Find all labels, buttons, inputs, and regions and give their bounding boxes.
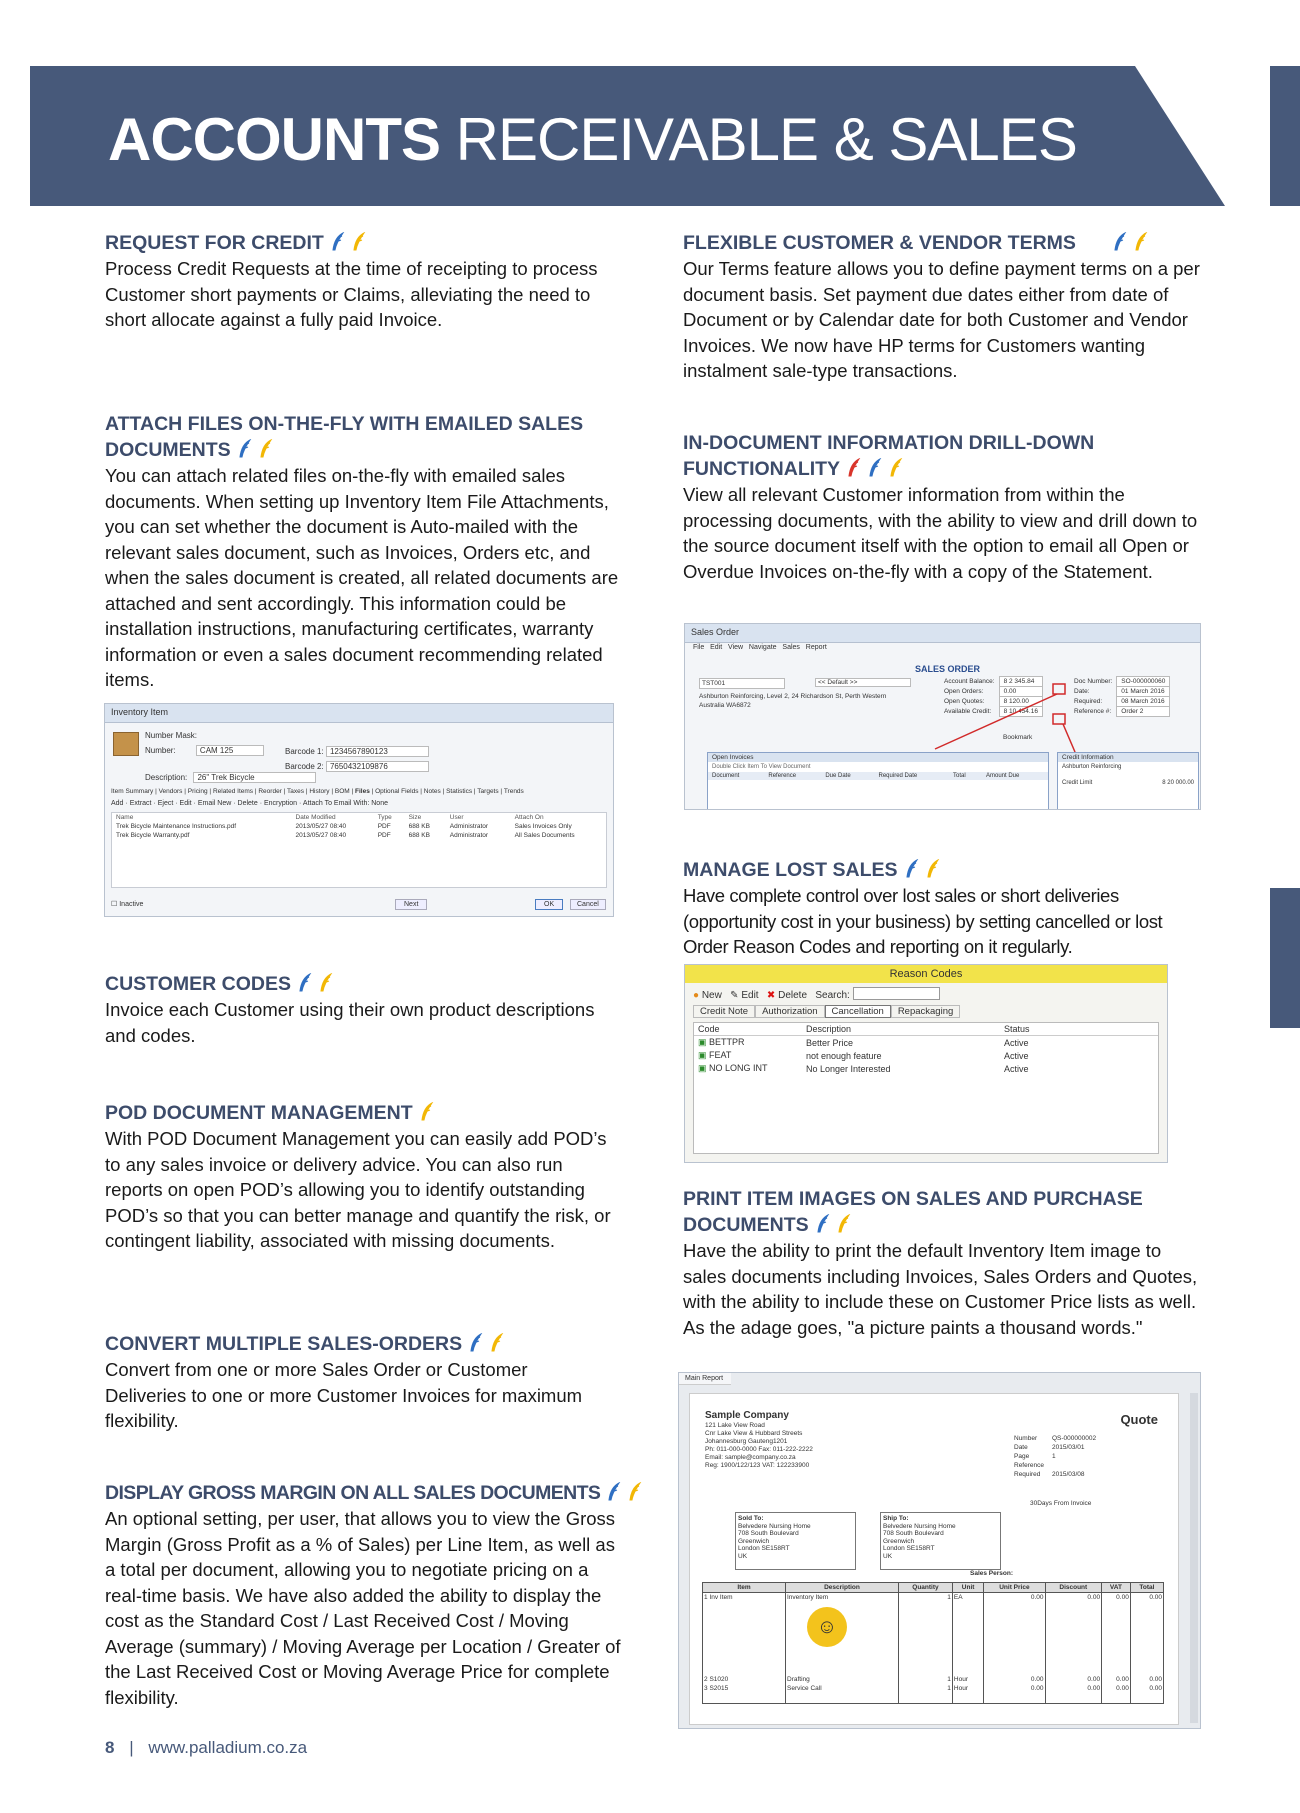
scrollbar — [1190, 1393, 1198, 1723]
yellow-license-icon — [353, 232, 366, 251]
attachments-table: Name Date Modified Type Size User Attach On T… — [112, 813, 606, 840]
yellow-license-icon — [421, 1102, 433, 1121]
table-row: Trek Bicycle Warranty.pdf 2013/05/27 08:4… — [116, 832, 575, 839]
website-link[interactable]: www.palladium.co.za — [148, 1738, 307, 1757]
section-flexible-terms: FLEXIBLE CUSTOMER & VENDOR TERMS Our Ter… — [683, 232, 1200, 381]
blue-license-icon — [470, 1333, 483, 1352]
quote-lines-table: Item Description Quantity Unit Unit Pric… — [702, 1582, 1165, 1704]
cancel-button: Cancel — [570, 899, 606, 910]
table-row: 3 S2015 Service Call 1 Hour 0.00 0.00 0.… — [702, 1683, 1165, 1704]
blue-license-icon — [1114, 232, 1127, 251]
blue-license-icon — [869, 458, 882, 477]
item-image-icon: ☺ — [807, 1607, 847, 1647]
next-button: Next — [395, 899, 428, 910]
section-customer-codes: CUSTOMER CODES Invoice each Customer usi… — [105, 973, 595, 1046]
inactive-checkbox: ☐ Inactive — [111, 901, 144, 908]
ok-button: OK — [535, 899, 564, 910]
table-row: ▣ NO LONG INT No Longer Interested Active — [698, 1063, 1029, 1074]
blue-license-icon — [817, 1214, 829, 1233]
blue-license-icon — [332, 232, 345, 251]
blue-license-icon — [608, 1482, 621, 1501]
window-title: Reason Codes — [685, 965, 1167, 983]
section-request-credit: REQUEST FOR CREDIT Process Credit Reques… — [105, 232, 598, 330]
inventory-file-toolbar: Add · Extract · Eject · Edit · Email New… — [111, 800, 388, 807]
yellow-license-icon — [890, 458, 903, 477]
yellow-license-icon — [491, 1333, 504, 1352]
yellow-license-icon — [260, 439, 272, 458]
inventory-item-screenshot: Inventory Item Number Mask: Number: CAM … — [104, 703, 614, 917]
table-row: ▣ BETTPR Better Price Active — [698, 1037, 1029, 1048]
reason-codes-screenshot: Reason Codes ● New ✎ Edit ✖ Delete Searc… — [684, 964, 1168, 1163]
blue-license-icon — [905, 859, 918, 878]
tab-main-report: Main Report — [679, 1373, 731, 1385]
reason-codes-toolbar: ● New ✎ Edit ✖ Delete Search: — [685, 983, 1167, 1005]
section-print-images: PRINT ITEM IMAGES ON SALES AND PURCHASE … — [683, 1188, 1198, 1338]
blue-license-icon — [299, 973, 312, 992]
side-tab-top — [1270, 66, 1300, 206]
table-row: ▣ FEAT not enough feature Active — [698, 1050, 1029, 1061]
credit-information-panel: Credit Information Ashburton Reinforcing… — [1057, 752, 1199, 809]
section-attach-files: ATTACH FILES ON-THE-FLY WITH EMAILED SAL… — [105, 413, 619, 690]
section-pod: POD DOCUMENT MANAGEMENT With POD Documen… — [105, 1102, 611, 1251]
yellow-license-icon — [629, 1482, 642, 1501]
reason-codes-tabs: Credit Note Authorization Cancellation Repa… — [685, 1005, 1167, 1018]
reason-codes-table: Code Description Status ▣ BETTPR Better Pri… — [694, 1023, 1158, 1075]
table-row: 2 S1020 Drafting 1 Hour 0.00 0.00 0.00 0… — [702, 1674, 1165, 1684]
yellow-license-icon — [926, 859, 939, 878]
quote-report-screenshot: Main Report Sample Company 121 Lake View… — [678, 1372, 1201, 1729]
window-title: Inventory Item — [105, 704, 613, 723]
yellow-license-icon — [320, 973, 333, 992]
yellow-license-icon — [1135, 232, 1148, 251]
box-icon — [113, 732, 139, 756]
section-drill-down: IN-DOCUMENT INFORMATION DRILL-DOWN FUNCT… — [683, 432, 1198, 582]
section-lost-sales: MANAGE LOST SALES Have complete control … — [683, 859, 1163, 957]
section-gross-margin: DISPLAY GROSS MARGIN ON ALL SALES DOCUME… — [105, 1480, 665, 1710]
open-invoices-panel: Open Invoices Double Click Item To View … — [707, 752, 1049, 809]
table-row: Trek Bicycle Maintenance Instructions.pd… — [116, 823, 572, 830]
blue-license-icon — [239, 439, 251, 458]
side-tab-middle — [1270, 888, 1300, 1028]
header-banner: ACCOUNTS RECEIVABLE & SALES — [30, 66, 1225, 206]
inventory-tabs: Item Summary | Vendors | Pricing | Relat… — [111, 788, 524, 795]
red-license-icon — [848, 458, 861, 477]
table-row: 1 Inv Item Inventory Item ☺ 1 EA 0.00 0.… — [702, 1592, 1165, 1675]
sales-order-screenshot: Sales Order File Edit View Navigate Sale… — [684, 623, 1201, 810]
page-number: 8 — [105, 1738, 115, 1757]
page-footer: 8 | www.palladium.co.za — [105, 1738, 308, 1757]
page-title: ACCOUNTS RECEIVABLE & SALES — [108, 106, 1078, 173]
yellow-license-icon — [838, 1214, 850, 1233]
section-convert-orders: CONVERT MULTIPLE SALES-ORDERS Convert fr… — [105, 1333, 583, 1431]
